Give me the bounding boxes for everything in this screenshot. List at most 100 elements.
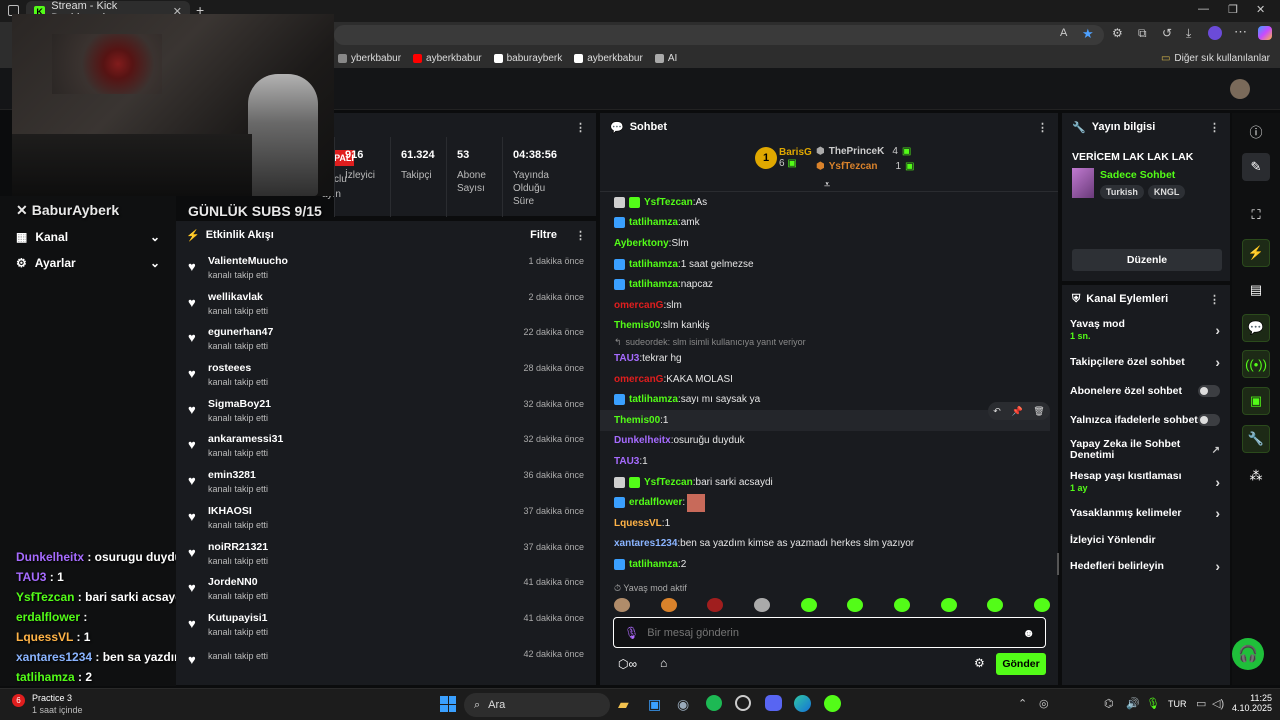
favorite-star-icon[interactable]: ★: [1082, 26, 1094, 42]
speaker-icon[interactable]: ◁): [1212, 697, 1224, 710]
mic-tray-icon[interactable]: 🎙: [1146, 697, 1160, 710]
activity-item[interactable]: ♥ ValienteMuucho kanalı takip etti 1 dakika…: [176, 249, 596, 285]
chat-settings-icon[interactable]: ⚙: [974, 656, 985, 670]
windows-start-icon[interactable]: [440, 696, 456, 712]
activity-item[interactable]: ♥ Kutupayisi1 kanalı takip etti 41 dakika ö…: [176, 606, 596, 642]
chat-message[interactable]: Ayberktony: Slm: [600, 233, 1050, 254]
emote-icon[interactable]: [893, 598, 910, 612]
emote-icon[interactable]: [753, 598, 770, 612]
support-headset-icon[interactable]: 🎧: [1232, 638, 1264, 670]
extensions-icon[interactable]: ⚙: [1112, 26, 1123, 40]
more-options-icon[interactable]: ⋮: [1209, 293, 1220, 306]
screen-capture-icon[interactable]: ⛶: [1242, 201, 1270, 229]
chat-username[interactable]: omercanG: [614, 300, 663, 311]
volume-icon[interactable]: 🔊: [1126, 697, 1140, 710]
chat-username[interactable]: Themis00: [614, 415, 660, 426]
channel-action[interactable]: Hedefleri belirleyin ›: [1062, 553, 1230, 579]
display-icon[interactable]: ▭: [1196, 697, 1206, 710]
chat-message[interactable]: tatlihamza: sayı mı saysak ya: [600, 389, 1050, 410]
chat-message[interactable]: Dunkelheitx: osuruğu duyduk: [600, 431, 1050, 452]
maximize-icon[interactable]: ❐: [1228, 3, 1238, 16]
chat-message[interactable]: Themis00: 1: [600, 409, 1050, 431]
channel-action[interactable]: Abonelere özel sohbet: [1062, 377, 1230, 405]
clock[interactable]: 11:25 4.10.2025: [1232, 693, 1272, 713]
history-icon[interactable]: ↺: [1162, 26, 1172, 40]
chat-message[interactable]: omercanG: KAKA MOLASI: [600, 369, 1050, 390]
activity-item[interactable]: ♥ JordeNN0 kanalı takip etti 41 dakika önce: [176, 570, 596, 606]
broadcast-icon[interactable]: ((•)): [1242, 350, 1270, 378]
chat-username[interactable]: tatlihamza: [629, 394, 678, 405]
channel-action[interactable]: Yapay Zeka ile Sohbet Denetimi ↗: [1062, 435, 1230, 465]
edit-button[interactable]: Düzenle: [1072, 249, 1222, 271]
other-bookmarks[interactable]: Diğer sık kullanılanlar: [1174, 53, 1270, 64]
chat-username[interactable]: tatlihamza: [629, 217, 678, 228]
channel-action[interactable]: Takipçilere özel sohbet ›: [1062, 347, 1230, 377]
emote-icon[interactable]: [987, 598, 1004, 612]
chat-username[interactable]: xantares1234: [614, 538, 677, 549]
pencil-icon[interactable]: ✎: [1242, 153, 1270, 181]
filter-button[interactable]: Filtre: [530, 229, 557, 241]
chat-username[interactable]: YsfTezcan: [644, 197, 693, 208]
chat-scrollbar[interactable]: [1057, 553, 1059, 575]
emote-icon[interactable]: [940, 598, 957, 612]
toggle-switch[interactable]: [1198, 385, 1220, 397]
more-options-icon[interactable]: ⋮: [575, 121, 586, 134]
leader-second[interactable]: ⬢ ThePrinceK 4 ▣: [816, 146, 911, 157]
taskbar-search[interactable]: ⌕ Ara: [464, 693, 610, 717]
chat-username[interactable]: tatlihamza: [629, 259, 678, 270]
channel-action[interactable]: Hesap yaşı kısıtlaması 1 ay ›: [1062, 465, 1230, 499]
bookmark-item[interactable]: baburayberk: [493, 53, 562, 64]
nav-ayarlar[interactable]: ⚙ Ayarlar ⌄: [0, 250, 176, 276]
close-window-icon[interactable]: ✕: [1256, 3, 1265, 16]
emote-icon[interactable]: [660, 598, 677, 612]
channel-action[interactable]: Yasaklanmış kelimeler ›: [1062, 499, 1230, 527]
chat-username[interactable]: TAU3: [614, 456, 639, 467]
notification-title[interactable]: Practice 3: [32, 693, 72, 703]
chat-message[interactable]: YsfTezcan: bari sarki acsaydi: [600, 472, 1050, 493]
chat-message[interactable]: erdalflower:: [600, 492, 1050, 513]
store-icon[interactable]: ⌂: [660, 656, 667, 670]
chat-username[interactable]: Ayberktony: [614, 238, 669, 249]
github-icon[interactable]: [735, 695, 751, 711]
layout-icon[interactable]: ▣: [1242, 387, 1270, 415]
chat-message[interactable]: xantares1234: ben sa yazdım kimse as yaz…: [600, 534, 1050, 555]
chat-message[interactable]: omercanG: slm: [600, 295, 1050, 316]
file-explorer-icon[interactable]: ▰: [618, 696, 629, 713]
chat-username[interactable]: tatlihamza: [629, 279, 678, 290]
chat-icon[interactable]: 💬: [1242, 314, 1270, 342]
more-options-icon[interactable]: ⋮: [1037, 121, 1048, 134]
edge-icon[interactable]: [794, 695, 811, 712]
delete-icon[interactable]: 🗑: [1033, 406, 1044, 417]
channel-action[interactable]: Yalnızca ifadelerle sohbet: [1062, 405, 1230, 435]
emote-icon[interactable]: [614, 598, 630, 612]
collections-icon[interactable]: ⧉: [1138, 26, 1147, 41]
nav-kanal[interactable]: ▦ Kanal ⌄: [0, 224, 176, 250]
user-avatar[interactable]: [1230, 79, 1250, 99]
activity-item[interactable]: ♥ wellikavlak kanalı takip etti 2 dakika ön…: [176, 285, 596, 321]
chat-message[interactable]: tatlihamza: amk: [600, 213, 1050, 234]
wrench-icon[interactable]: 🔧: [1242, 425, 1270, 453]
bookmark-item[interactable]: yberkbabur: [338, 53, 401, 64]
bookmark-item[interactable]: ayberkbabur: [413, 53, 482, 64]
chat-username[interactable]: TAU3: [614, 353, 639, 364]
activity-item[interactable]: ♥ emin3281 kanalı takip etti 36 dakika önce: [176, 463, 596, 499]
activity-item[interactable]: ♥ SigmaBoy21 kanalı takip etti 32 dakika ön…: [176, 392, 596, 428]
activity-item[interactable]: ♥ ankaramessi31 kanalı takip etti 32 dakika…: [176, 427, 596, 463]
url-field[interactable]: [334, 25, 1104, 45]
channel-points-icon[interactable]: ⬡∞: [618, 657, 637, 671]
emote-icon[interactable]: [800, 598, 817, 612]
chat-username[interactable]: YsfTezcan: [644, 477, 693, 488]
tag-chip[interactable]: Turkish: [1100, 185, 1144, 199]
reply-icon[interactable]: ↶: [993, 406, 1001, 417]
chat-message[interactable]: TAU3: 1: [600, 451, 1050, 472]
activity-item[interactable]: ♥ noiRR21321 kanalı takip etti 37 dakika ön…: [176, 535, 596, 571]
chat-message[interactable]: tatlihamza: 2: [600, 554, 1050, 575]
bolt-icon[interactable]: ⚡: [1242, 239, 1270, 267]
chat-message[interactable]: YsfTezcan: As: [600, 192, 1050, 213]
chat-input-box[interactable]: 🎙 ☻: [613, 617, 1046, 648]
activity-item[interactable]: ♥ egunerhan47 kanalı takip etti 22 dakika ö…: [176, 320, 596, 356]
minimize-icon[interactable]: —: [1198, 3, 1209, 15]
photos-icon[interactable]: ▣: [648, 696, 661, 713]
chat-message[interactable]: LquessVL: 1: [600, 513, 1050, 534]
chat-message[interactable]: Themis00: slm kankiş: [600, 316, 1050, 337]
